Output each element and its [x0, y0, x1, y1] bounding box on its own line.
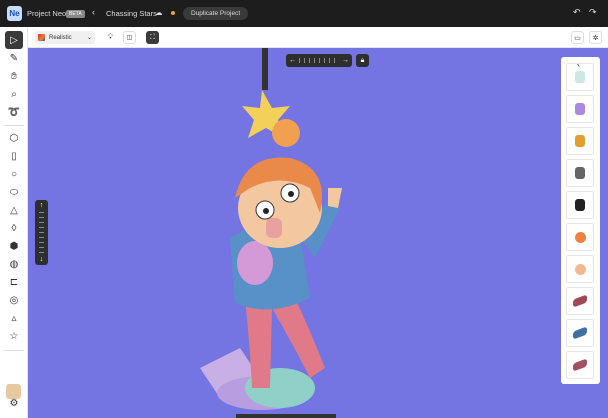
settings-icon[interactable]: ✲	[589, 31, 602, 44]
unsaved-status-dot	[171, 11, 175, 15]
render-mode-select[interactable]: Realistic ⌄	[35, 31, 95, 44]
cone-icon[interactable]: △	[5, 201, 23, 219]
blob-icon[interactable]: ◍	[5, 255, 23, 273]
asset-glass-cylinder[interactable]	[566, 63, 594, 91]
star-icon[interactable]: ☆	[5, 327, 23, 345]
asset-gray-cylinder[interactable]	[566, 159, 594, 187]
blue-bracket-icon	[573, 326, 587, 340]
capsule-icon[interactable]: ⬭	[5, 183, 23, 201]
divider	[4, 125, 24, 126]
box-open-icon[interactable]: ⊏	[5, 273, 23, 291]
redo-icon[interactable]: ↷	[589, 7, 597, 18]
beta-badge: BETA	[66, 10, 85, 18]
asset-orange-sphere[interactable]	[566, 223, 594, 251]
pyramid-icon[interactable]: ▵	[5, 309, 23, 327]
vertical-rotate-slider[interactable]: ↑ ↓	[35, 200, 48, 265]
arrow-left-icon[interactable]: ←	[289, 57, 296, 64]
gray-cylinder-icon	[575, 167, 585, 179]
gift-box-icon	[575, 135, 585, 147]
render-mode-icon	[38, 34, 45, 41]
drop-icon[interactable]: ◊	[5, 219, 23, 237]
purple-cylinder-icon	[575, 103, 585, 115]
asset-peach-sphere[interactable]	[566, 255, 594, 283]
gear-icon[interactable]: ⚙	[5, 394, 23, 412]
asset-red-bracket[interactable]	[566, 287, 594, 315]
cube-icon[interactable]: ⬡	[5, 129, 23, 147]
view-toggle-icon[interactable]: ◫	[123, 31, 136, 44]
top-bar: Ne Project Neo BETA ‹ Chassing Stars ☁ D…	[0, 0, 608, 27]
red-bracket-icon	[573, 294, 587, 308]
slider-ticks	[299, 58, 339, 63]
black-cylinder-icon	[575, 199, 585, 211]
asset-purple-cylinder[interactable]	[566, 95, 594, 123]
lasso-tool-icon[interactable]: ➰	[5, 103, 23, 121]
bottom-indicator	[236, 414, 336, 418]
select-tool-icon[interactable]: ▷	[5, 31, 23, 49]
glass-cylinder-icon	[575, 71, 585, 83]
arrow-up-icon[interactable]: ↑	[40, 202, 44, 209]
arrow-right-icon[interactable]: →	[342, 57, 349, 64]
render-mode-label: Realistic	[49, 34, 72, 41]
pen-tool-icon[interactable]: ✎	[5, 49, 23, 67]
peach-sphere-icon	[574, 263, 586, 275]
assets-panel: ‹	[561, 57, 600, 384]
project-title[interactable]: Chassing Stars	[106, 9, 157, 18]
frame-icon[interactable]: ⛶	[146, 31, 159, 44]
character-3d-model[interactable]	[190, 48, 380, 418]
app-logo[interactable]: Ne	[7, 6, 22, 21]
asset-pink-bracket[interactable]	[566, 351, 594, 379]
slider-ticks	[39, 212, 44, 253]
undo-icon[interactable]: ↶	[573, 7, 581, 18]
hand-tool-icon[interactable]: ✋︎	[5, 67, 23, 85]
torus-icon[interactable]: ◎	[5, 291, 23, 309]
asset-black-cylinder[interactable]	[566, 191, 594, 219]
lightbulb-icon[interactable]: 💡︎	[104, 31, 117, 44]
cloud-icon: ☁	[155, 8, 163, 17]
pink-bracket-icon	[573, 358, 587, 372]
lock-icon[interactable]: 🔒︎	[356, 54, 369, 67]
toolbar: Realistic ⌄ 💡︎ ◫ ⛶ ▭ ✲	[28, 27, 608, 48]
orange-sphere-icon	[574, 231, 586, 243]
asset-gift-box[interactable]	[566, 127, 594, 155]
zoom-tool-icon[interactable]: ⌕	[5, 85, 23, 103]
torus-knot-icon[interactable]: ⬢	[5, 237, 23, 255]
crop-icon[interactable]: ▭	[571, 31, 584, 44]
chevron-down-icon: ⌄	[86, 35, 92, 41]
horizontal-rotate-slider[interactable]: ← →	[286, 54, 352, 67]
tool-sidebar: ▷ ✎ ✋︎ ⌕ ➰ ⬡ ▯ ○ ⬭ △ ◊ ⬢ ◍ ⊏ ◎ ▵ ☆ ⚙	[0, 27, 28, 418]
cylinder-icon[interactable]: ▯	[5, 147, 23, 165]
back-chevron-icon[interactable]: ‹	[92, 7, 95, 17]
sphere-icon[interactable]: ○	[5, 165, 23, 183]
arrow-down-icon[interactable]: ↓	[40, 256, 44, 263]
divider	[4, 350, 24, 351]
duplicate-project-button[interactable]: Duplicate Project	[183, 7, 249, 20]
app-name: Project Neo	[27, 9, 67, 18]
asset-blue-bracket[interactable]	[566, 319, 594, 347]
